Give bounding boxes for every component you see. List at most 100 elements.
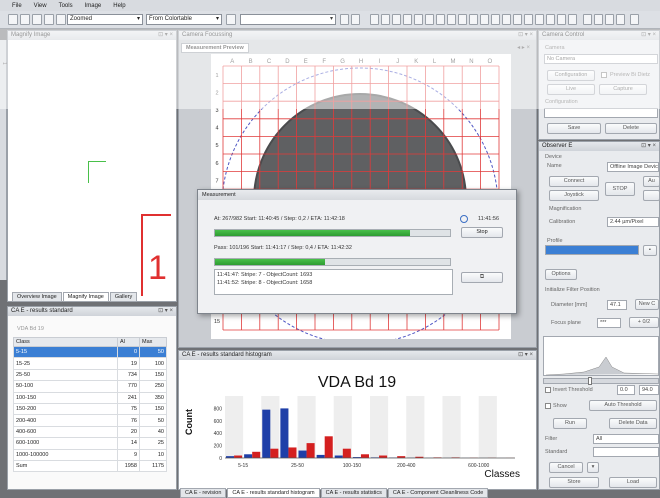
- tab-measurement-preview[interactable]: Measurement Preview: [181, 43, 249, 53]
- table-row[interactable]: 50-100 770 250: [13, 380, 167, 393]
- menu-view[interactable]: View: [34, 3, 47, 9]
- cancel-button[interactable]: Cancel: [549, 462, 583, 473]
- name-field[interactable]: Offline Image Device: [607, 162, 659, 172]
- tool-icon[interactable]: [351, 14, 360, 25]
- tab-cleanliness-code[interactable]: CA E - Component Cleanliness Code: [387, 488, 489, 498]
- source-combo[interactable]: From Colortable: [146, 14, 222, 25]
- threshold-slider[interactable]: [543, 377, 659, 385]
- save-profile-icon[interactable]: ▪: [643, 245, 657, 256]
- tool-icon[interactable]: [594, 14, 603, 25]
- camera-select[interactable]: No Camera: [544, 54, 658, 64]
- menu-file[interactable]: File: [12, 3, 22, 9]
- table-row[interactable]: 25-50 734 150: [13, 368, 167, 382]
- store-button[interactable]: Store: [549, 477, 599, 488]
- threshold-a-field[interactable]: 0.0: [617, 385, 635, 395]
- zoom-out-icon[interactable]: [381, 14, 390, 25]
- tool-icon[interactable]: [513, 14, 522, 25]
- tool-icon[interactable]: [605, 14, 614, 25]
- live-button[interactable]: Live: [547, 84, 595, 95]
- stop-stage-button[interactable]: STOP: [605, 182, 635, 196]
- table-row[interactable]: 15-25 19 100: [13, 357, 167, 370]
- pin-icon[interactable]: ⊡ ▾ ×: [641, 31, 656, 40]
- tool-icon[interactable]: [568, 14, 577, 25]
- table-row[interactable]: 150-200 75 150: [13, 402, 167, 416]
- focus-field[interactable]: ***: [597, 318, 621, 328]
- table-row[interactable]: 200-400 76 50: [13, 414, 167, 427]
- capture-button[interactable]: Capture: [599, 84, 647, 95]
- table-row[interactable]: 400-600 20 40: [13, 425, 167, 439]
- print-icon[interactable]: [44, 14, 54, 25]
- stage-button[interactable]: [643, 190, 660, 201]
- plus-button[interactable]: + 0/2: [629, 317, 659, 328]
- table-row[interactable]: 1000-100000 9 10: [13, 448, 167, 461]
- column-al[interactable]: Al: [117, 337, 140, 347]
- load-button[interactable]: Load: [609, 477, 657, 488]
- options-button[interactable]: Options: [545, 269, 577, 280]
- tool-icon[interactable]: [436, 14, 445, 25]
- tool-icon[interactable]: [469, 14, 478, 25]
- tool-icon[interactable]: [583, 14, 592, 25]
- tool-icon[interactable]: [414, 14, 423, 25]
- delete-button[interactable]: Delete: [605, 123, 657, 134]
- slider-handle[interactable]: [588, 377, 592, 385]
- pin-icon[interactable]: ⊡ ▾ ×: [518, 31, 533, 40]
- pin-icon[interactable]: ⊡ ▾ ×: [158, 307, 173, 316]
- empty-combo[interactable]: [240, 14, 336, 25]
- close-icon[interactable]: ◂ ▸ ×: [517, 44, 530, 51]
- new-c-button[interactable]: New C: [635, 299, 659, 310]
- cancel-dropdown-icon[interactable]: ▾: [587, 462, 599, 473]
- tool-icon[interactable]: [458, 14, 467, 25]
- tab-magnify-image[interactable]: Magnify Image: [62, 292, 109, 302]
- profile-select[interactable]: [545, 245, 639, 255]
- tab-revision[interactable]: CA E - revision: [180, 488, 227, 498]
- tool-icon[interactable]: [480, 14, 489, 25]
- settings-icon[interactable]: [56, 14, 66, 25]
- tab-gallery[interactable]: Gallery: [109, 292, 138, 302]
- tool-icon[interactable]: [557, 14, 566, 25]
- dialog-log[interactable]: 11:41:47: Stripe: 7 - ObjectCount: 1693 …: [214, 269, 453, 295]
- menu-tools[interactable]: Tools: [59, 3, 73, 9]
- tool-icon[interactable]: [630, 14, 639, 25]
- tool-icon[interactable]: [340, 14, 349, 25]
- zoom-fit-icon[interactable]: [392, 14, 401, 25]
- tool-icon[interactable]: [524, 14, 533, 25]
- new-icon[interactable]: [8, 14, 18, 25]
- tool-icon[interactable]: [502, 14, 511, 25]
- threshold-histogram[interactable]: [543, 336, 659, 376]
- filter-select[interactable]: All: [593, 434, 659, 444]
- tool-icon[interactable]: [616, 14, 625, 25]
- table-row[interactable]: Sum 1958 1175: [13, 459, 167, 473]
- left-dock-strip[interactable]: 1: [0, 40, 7, 280]
- menu-image[interactable]: Image: [85, 3, 102, 9]
- configuration-select[interactable]: [544, 108, 658, 118]
- preview-checkbox[interactable]: [601, 72, 607, 78]
- au-button[interactable]: Au: [643, 176, 660, 187]
- zoom-in-icon[interactable]: [370, 14, 379, 25]
- tool-icon[interactable]: [535, 14, 544, 25]
- tool-icon[interactable]: [447, 14, 456, 25]
- tool-icon[interactable]: [546, 14, 555, 25]
- menu-help[interactable]: Help: [113, 3, 125, 9]
- run-button[interactable]: Run: [553, 418, 587, 429]
- table-row[interactable]: 600-1000 14 25: [13, 437, 167, 450]
- tool-icon[interactable]: [425, 14, 434, 25]
- table-row[interactable]: 5-15 0 50: [13, 345, 167, 359]
- calibration-field[interactable]: 2.44 µm/Pixel: [607, 217, 659, 227]
- column-max[interactable]: Max: [139, 337, 167, 347]
- connect-button[interactable]: Connect: [549, 176, 599, 187]
- table-row[interactable]: 100-150 241 350: [13, 391, 167, 404]
- tab-histogram[interactable]: CA E - results standard histogram: [227, 488, 320, 498]
- save-icon[interactable]: [32, 14, 42, 25]
- standard-select[interactable]: [593, 447, 659, 457]
- diameter-field[interactable]: 47.1: [607, 300, 627, 310]
- tab-statistics[interactable]: CA E - results statistics: [320, 488, 387, 498]
- pin-icon[interactable]: ⊡ ▾ ×: [518, 351, 533, 360]
- tool-icon[interactable]: [491, 14, 500, 25]
- open-icon[interactable]: [20, 14, 30, 25]
- apply-icon[interactable]: [226, 14, 236, 25]
- threshold-b-field[interactable]: 94.0: [639, 385, 659, 395]
- joystick-button[interactable]: Joystick: [549, 190, 599, 201]
- column-class[interactable]: Class: [13, 337, 118, 347]
- delete-data-button[interactable]: Delete Data: [609, 418, 657, 429]
- show-checkbox[interactable]: [545, 403, 551, 409]
